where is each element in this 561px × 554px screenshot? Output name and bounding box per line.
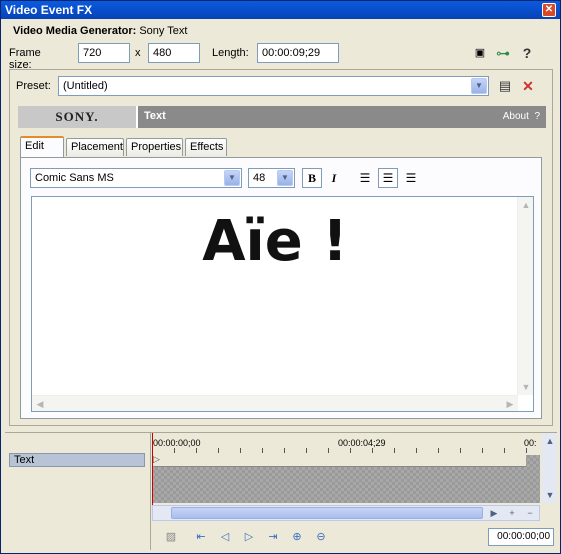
- font-dropdown[interactable]: Comic Sans MS ▼: [30, 168, 242, 188]
- align-left-icon[interactable]: ☰: [355, 168, 375, 188]
- bold-button[interactable]: B: [302, 168, 322, 188]
- keyframe-transport: ▨ ⇤ ◁ ▷ ⇥ ⊕ ⊖: [155, 527, 415, 547]
- editor-horizontal-scrollbar[interactable]: ◀ ▶: [32, 395, 518, 411]
- format-toolbar: Comic Sans MS ▼ 48 ▼ B I ☰ ☰ ☰: [30, 168, 530, 190]
- ruler-label-mid: 00:00:04;29: [338, 438, 386, 448]
- track-item-text[interactable]: Text: [9, 453, 145, 467]
- tab-properties[interactable]: Properties: [126, 138, 183, 156]
- save-icon[interactable]: ▤: [496, 77, 514, 95]
- plugin-chain-icon[interactable]: ⊶: [494, 44, 512, 62]
- zoom-out-icon[interactable]: −: [522, 505, 538, 521]
- track-list: Text: [5, 433, 151, 550]
- preset-dropdown[interactable]: (Untitled) ▼: [58, 76, 489, 96]
- timeline-scroll-down-icon[interactable]: ▼: [542, 487, 558, 503]
- last-keyframe-icon[interactable]: ⇥: [263, 527, 283, 547]
- font-size-value: 48: [253, 172, 266, 184]
- add-keyframe-icon[interactable]: ⊕: [287, 527, 307, 547]
- window-title: Video Event FX: [5, 3, 93, 17]
- plugin-panel: Preset: (Untitled) ▼ ▤ ✕ SONY. Text Abou…: [9, 69, 553, 426]
- next-keyframe-icon[interactable]: ▷: [239, 527, 259, 547]
- timeline-scroll-thumb[interactable]: [171, 507, 483, 519]
- text-editor[interactable]: Aïe ! ▲ ▼ ◀ ▶: [31, 196, 534, 412]
- previous-keyframe-icon[interactable]: ◁: [215, 527, 235, 547]
- preset-label: Preset:: [16, 80, 51, 92]
- about-label: About: [502, 111, 529, 122]
- scroll-up-icon[interactable]: ▲: [518, 197, 534, 213]
- cursor-select-icon[interactable]: ▣: [471, 44, 489, 62]
- ruler-label-start: 00:00:00;00: [153, 438, 201, 448]
- keyframe-track-area[interactable]: ▷: [152, 454, 540, 503]
- align-right-icon[interactable]: ☰: [401, 168, 421, 188]
- delete-icon[interactable]: ✕: [519, 77, 537, 95]
- tab-effects[interactable]: Effects: [185, 138, 227, 156]
- ruler-label-end: 00:: [524, 438, 537, 448]
- keyframe-timeline: Text 00:00:00;00 00:00:04;29 00: ▷ ▲ ▼ ▶…: [5, 432, 557, 550]
- plugin-title: Text: [144, 110, 166, 122]
- frame-height-field[interactable]: 480: [148, 43, 200, 63]
- font-size-dropdown[interactable]: 48 ▼: [248, 168, 295, 188]
- edit-tab-panel: Comic Sans MS ▼ 48 ▼ B I ☰ ☰ ☰ Aïe ! ▲ ▼: [20, 157, 542, 419]
- zoom-in-icon[interactable]: +: [504, 505, 520, 521]
- close-button[interactable]: ✕: [542, 3, 556, 17]
- video-event-fx-window: Video Event FX ✕ Video Media Generator: …: [0, 0, 561, 554]
- timeline-scroll-up-icon[interactable]: ▲: [542, 433, 558, 449]
- editor-vertical-scrollbar[interactable]: ▲ ▼: [517, 197, 533, 395]
- first-keyframe-icon[interactable]: ⇤: [191, 527, 211, 547]
- playhead-cursor[interactable]: [152, 433, 153, 513]
- sony-logo: SONY.: [18, 106, 138, 128]
- timeline-vertical-scrollbar[interactable]: ▲ ▼: [542, 433, 557, 503]
- preset-value: (Untitled): [63, 80, 108, 92]
- tab-edit[interactable]: Edit: [20, 136, 64, 157]
- keyframe-marker-icon[interactable]: ▷: [153, 454, 160, 465]
- generator-line: Video Media Generator: Sony Text: [13, 25, 187, 37]
- scroll-down-icon[interactable]: ▼: [518, 379, 534, 395]
- generator-label: Video Media Generator:: [13, 25, 137, 37]
- help-icon[interactable]: ?: [518, 44, 536, 62]
- align-center-icon[interactable]: ☰: [378, 168, 398, 188]
- frame-size-label: Frame size:: [9, 47, 41, 71]
- scroll-left-icon[interactable]: ◀: [32, 396, 48, 412]
- frame-width-field[interactable]: 720: [78, 43, 130, 63]
- delete-keyframe-icon[interactable]: ⊖: [311, 527, 331, 547]
- size-chevron-down-icon[interactable]: ▼: [277, 170, 293, 186]
- frame-size-separator: x: [135, 47, 141, 59]
- timeline-horizontal-scrollbar[interactable]: ▶ + −: [152, 505, 540, 521]
- about-help-icon[interactable]: ?: [534, 111, 540, 122]
- time-ruler[interactable]: 00:00:00;00 00:00:04;29 00:: [152, 433, 540, 455]
- font-value: Comic Sans MS: [35, 172, 114, 184]
- timeline-scroll-right-icon[interactable]: ▶: [486, 505, 502, 521]
- ruler-ticks: [152, 448, 540, 453]
- about-link[interactable]: About ?: [503, 111, 540, 122]
- tab-placement[interactable]: Placement: [66, 138, 124, 156]
- length-label: Length:: [212, 47, 249, 59]
- font-chevron-down-icon[interactable]: ▼: [224, 170, 240, 186]
- length-field[interactable]: 00:00:09;29: [257, 43, 339, 63]
- editor-text[interactable]: Aïe !: [32, 209, 518, 274]
- plugin-header-bar: SONY. Text About ?: [18, 106, 546, 128]
- chevron-down-icon[interactable]: ▼: [471, 78, 487, 94]
- generator-value: Sony Text: [139, 25, 188, 37]
- sync-cursor-icon[interactable]: ▨: [161, 527, 181, 547]
- italic-button[interactable]: I: [324, 168, 344, 188]
- keyframe-lane[interactable]: ▷: [152, 454, 526, 467]
- timecode-display[interactable]: 00:00:00;00: [488, 528, 554, 546]
- scroll-right-icon[interactable]: ▶: [502, 396, 518, 412]
- title-bar[interactable]: Video Event FX ✕: [1, 1, 560, 19]
